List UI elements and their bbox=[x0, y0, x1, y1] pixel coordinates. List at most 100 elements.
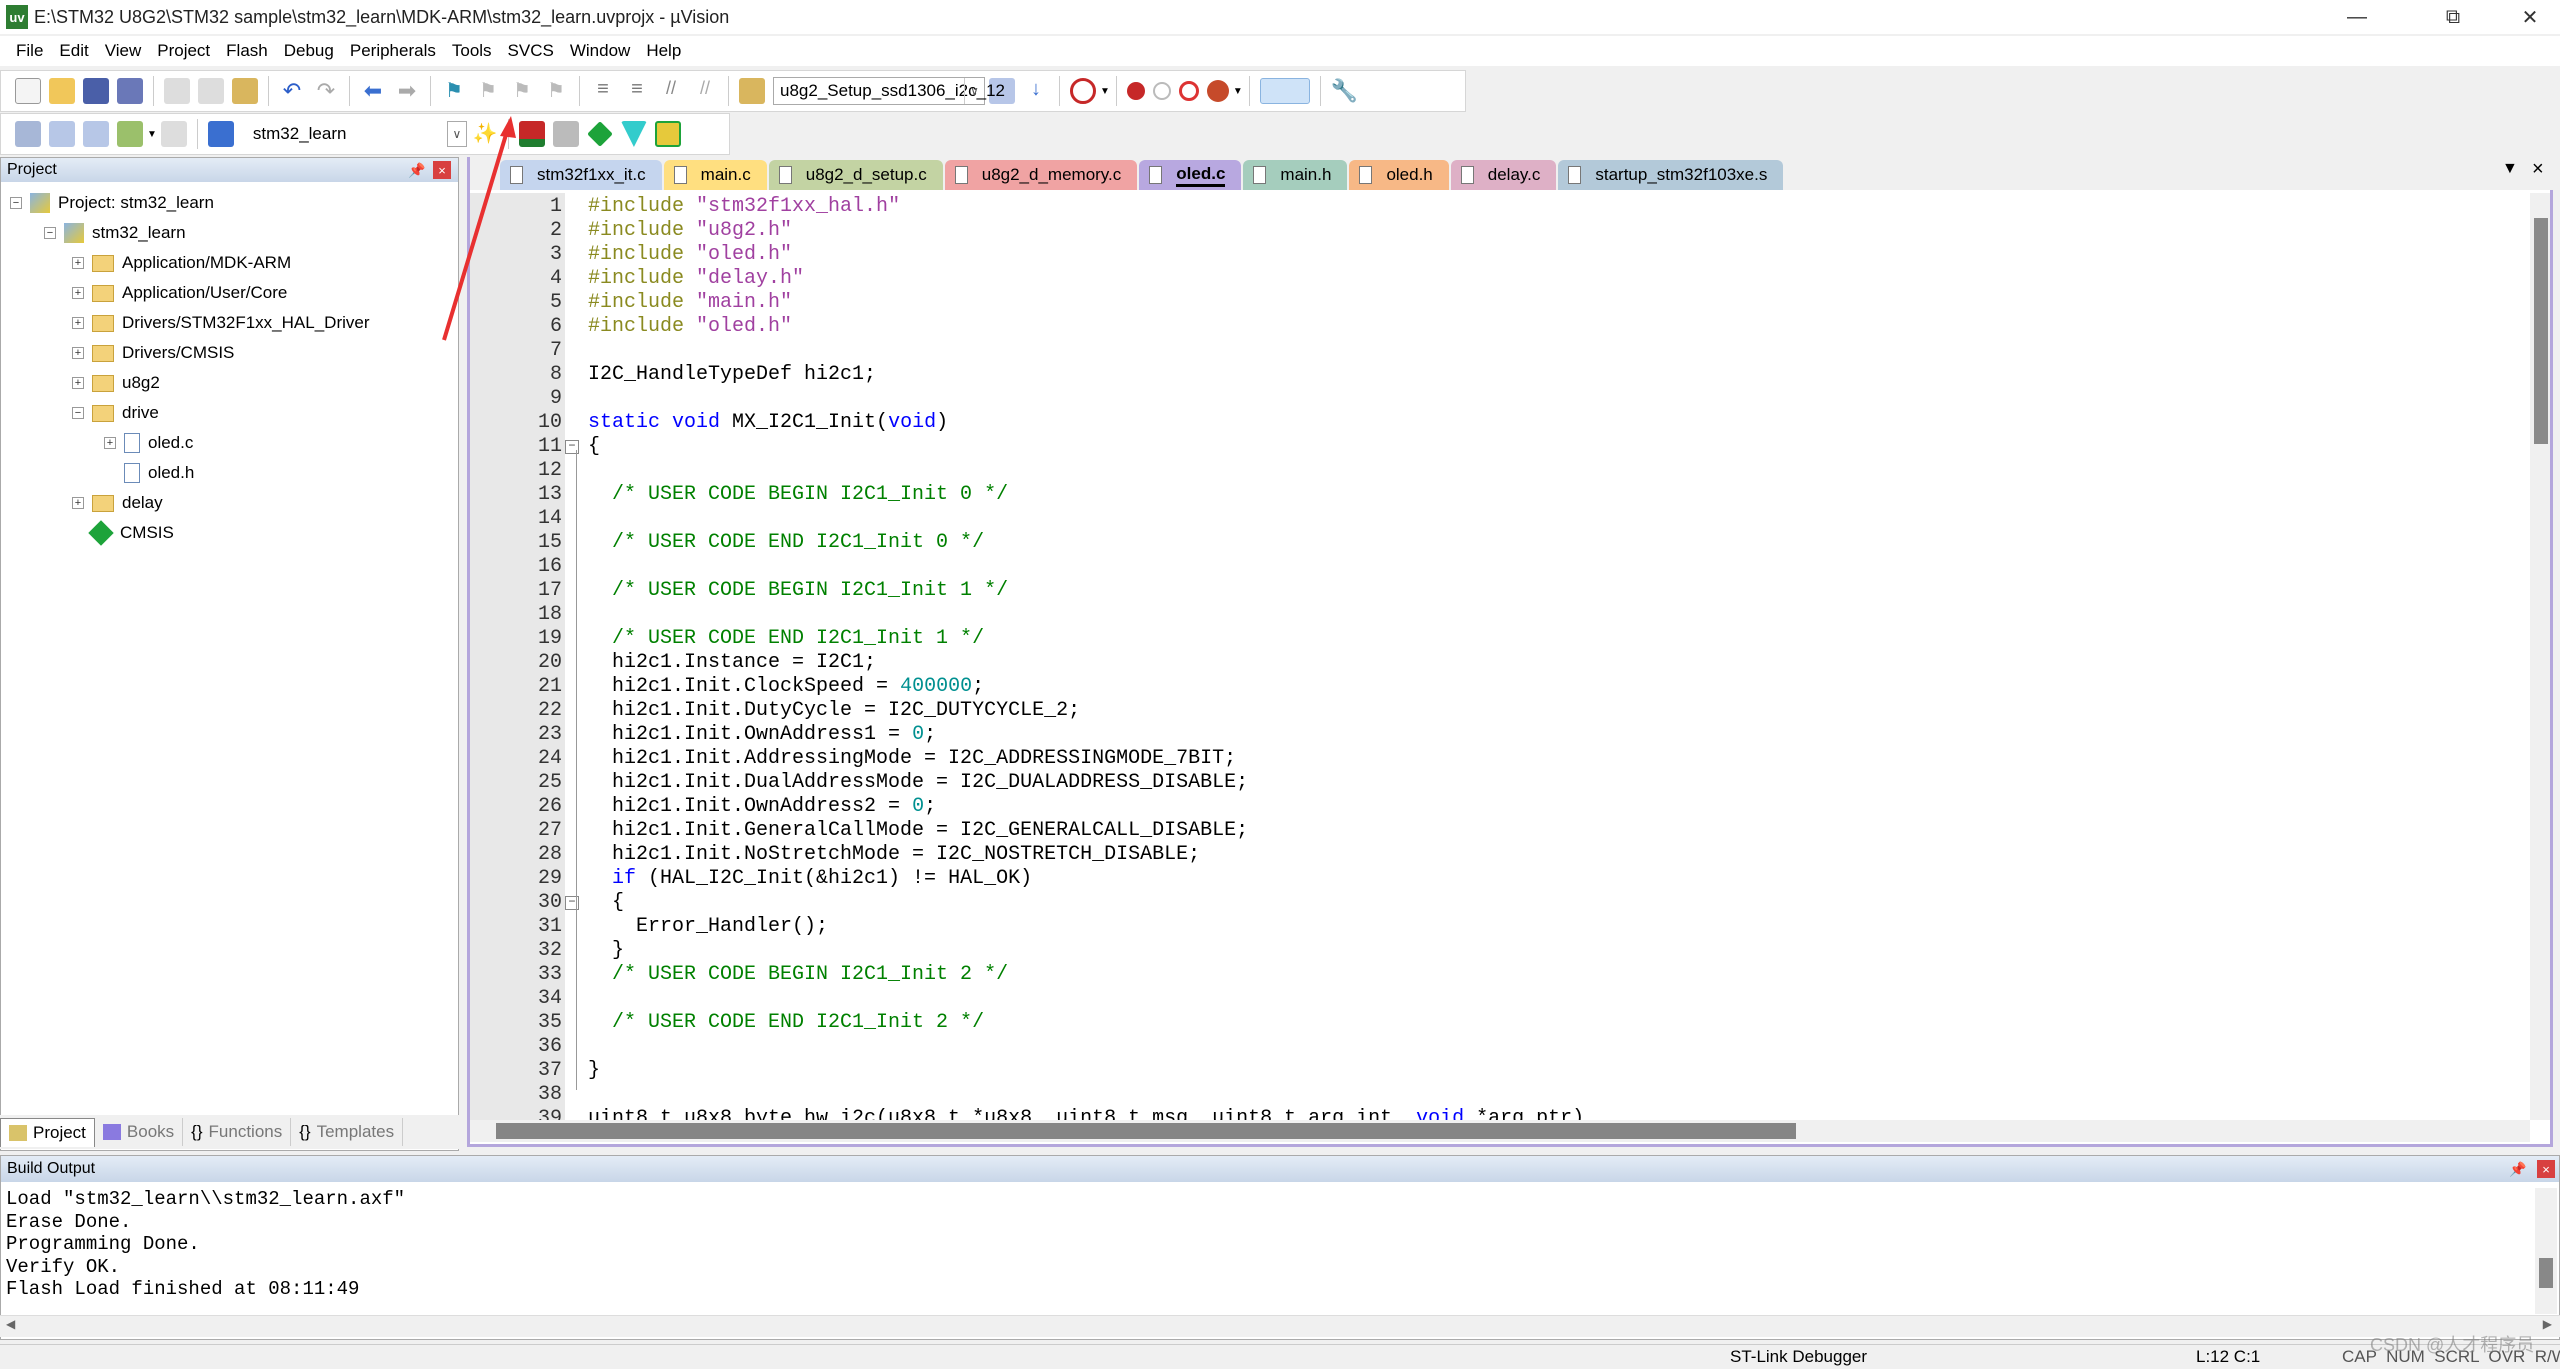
pin-icon[interactable]: 📌 bbox=[2509, 1161, 2526, 1178]
download-load-icon[interactable] bbox=[207, 121, 234, 147]
editor-tab-oled-c[interactable]: oled.c bbox=[1139, 160, 1242, 190]
dropdown-arrow-icon[interactable]: ▼ bbox=[1233, 86, 1243, 97]
dropdown-arrow-icon[interactable]: ▼ bbox=[147, 129, 157, 140]
tree-item-application-user-core[interactable]: + Application/User/Core bbox=[72, 279, 287, 307]
menu-tools[interactable]: Tools bbox=[452, 41, 492, 61]
find-combo[interactable]: u8g2_Setup_ssd1306_i2c_12 ∨ bbox=[773, 77, 1005, 105]
prev-bookmark-icon[interactable]: ⚑ bbox=[475, 78, 501, 104]
save-icon[interactable] bbox=[83, 78, 109, 104]
tree-item-stm32-learn[interactable]: − stm32_learn bbox=[44, 219, 186, 247]
clear-bookmarks-icon[interactable]: ⚑ bbox=[543, 78, 569, 104]
batch-build-icon[interactable] bbox=[117, 121, 143, 147]
tree-item-drivers-cmsis[interactable]: + Drivers/CMSIS bbox=[72, 339, 234, 367]
tree-item-oled-c[interactable]: + oled.c bbox=[104, 429, 193, 457]
expand-icon[interactable]: + bbox=[72, 347, 84, 359]
stop-build-icon[interactable] bbox=[160, 121, 187, 147]
panel-tab-project[interactable]: Project bbox=[0, 1117, 95, 1147]
close-tab-icon[interactable]: × bbox=[2532, 158, 2544, 181]
expand-icon[interactable]: + bbox=[72, 377, 84, 389]
translate-icon[interactable] bbox=[15, 121, 41, 147]
expand-icon[interactable]: + bbox=[72, 257, 84, 269]
open-file-icon[interactable] bbox=[49, 78, 75, 104]
dropdown-arrow-icon[interactable]: ▼ bbox=[1100, 86, 1110, 97]
chevron-down-icon[interactable]: ∨ bbox=[964, 78, 984, 104]
next-bookmark-icon[interactable]: ⚑ bbox=[509, 78, 535, 104]
project-items-icon[interactable] bbox=[654, 121, 681, 147]
save-all-icon[interactable] bbox=[117, 78, 143, 104]
editor-tab-main-c[interactable]: main.c bbox=[663, 160, 767, 190]
expand-icon[interactable]: + bbox=[72, 317, 84, 329]
close-panel-button[interactable]: × bbox=[2537, 1160, 2555, 1178]
options-for-target-icon[interactable]: ✨ bbox=[472, 121, 498, 147]
chevron-down-icon[interactable]: ∨ bbox=[446, 121, 467, 147]
close-panel-button[interactable]: × bbox=[433, 161, 451, 179]
panel-tab-functions[interactable]: {} Functions bbox=[183, 1118, 292, 1146]
pack-installer-icon[interactable] bbox=[620, 121, 647, 147]
breakpoint-icon[interactable] bbox=[1126, 82, 1145, 100]
editor-tab-u8g2-d-setup-c[interactable]: u8g2_d_setup.c bbox=[768, 160, 943, 190]
menu-window[interactable]: Window bbox=[570, 41, 630, 61]
tree-item-oled-h[interactable]: oled.h bbox=[104, 459, 194, 487]
vertical-scrollbar-thumb[interactable] bbox=[2534, 218, 2548, 444]
panel-tab-templates[interactable]: {} Templates bbox=[291, 1118, 404, 1146]
paste-icon[interactable] bbox=[232, 78, 258, 104]
menu-debug[interactable]: Debug bbox=[284, 41, 334, 61]
menu-flash[interactable]: Flash bbox=[226, 41, 268, 61]
incremental-find-icon[interactable]: ↓ bbox=[1023, 78, 1049, 104]
cut-icon[interactable] bbox=[164, 78, 190, 104]
debug-session-icon[interactable] bbox=[1070, 78, 1096, 104]
undo-icon[interactable]: ↶ bbox=[279, 78, 305, 104]
collapse-icon[interactable]: − bbox=[44, 227, 56, 239]
tab-list-dropdown-icon[interactable]: ▼ bbox=[2502, 160, 2518, 178]
tree-item-project-stm32-learn[interactable]: − Project: stm32_learn bbox=[10, 189, 214, 217]
copy-icon[interactable] bbox=[198, 78, 224, 104]
editor-tab-delay-c[interactable]: delay.c bbox=[1450, 160, 1557, 190]
build-output-scrollbar[interactable] bbox=[2535, 1188, 2557, 1314]
editor-tab-stm32f1xx-it-c[interactable]: stm32f1xx_it.c bbox=[500, 160, 662, 190]
kill-all-breakpoints-icon[interactable] bbox=[1206, 80, 1229, 102]
tree-item-application-mdk-arm[interactable]: + Application/MDK-ARM bbox=[72, 249, 291, 277]
select-packs-icon[interactable] bbox=[518, 121, 545, 147]
tree-item-drivers-stm32f1xx-hal-driver[interactable]: + Drivers/STM32F1xx_HAL_Driver bbox=[72, 309, 370, 337]
menu-project[interactable]: Project bbox=[157, 41, 210, 61]
collapse-icon[interactable]: − bbox=[10, 197, 22, 209]
menu-edit[interactable]: Edit bbox=[59, 41, 88, 61]
tree-item-u8g2[interactable]: + u8g2 bbox=[72, 369, 160, 397]
editor-tab-oled-h[interactable]: oled.h bbox=[1349, 160, 1449, 190]
collapse-icon[interactable]: − bbox=[72, 407, 84, 419]
window-layout-icon[interactable] bbox=[1259, 78, 1310, 104]
configure-icon[interactable]: 🔧 bbox=[1331, 78, 1358, 104]
manage-run-time-environment-icon[interactable] bbox=[587, 121, 613, 147]
restore-button[interactable]: ⧉ bbox=[2423, 0, 2483, 34]
close-button[interactable]: ✕ bbox=[2500, 0, 2560, 34]
unindent-icon[interactable]: ≡ bbox=[624, 78, 650, 104]
target-select[interactable]: stm32_learn ∨ bbox=[245, 120, 468, 148]
navigate-back-icon[interactable]: ⬅ bbox=[360, 78, 386, 104]
tree-item-delay[interactable]: + delay bbox=[72, 489, 163, 517]
expand-icon[interactable]: + bbox=[104, 437, 116, 449]
navigate-forward-icon[interactable]: ➡ bbox=[394, 78, 420, 104]
build-output-hscrollbar[interactable]: ◀ ▶ bbox=[0, 1315, 2560, 1337]
menu-peripherals[interactable]: Peripherals bbox=[350, 41, 436, 61]
pin-icon[interactable]: 📌 bbox=[408, 162, 425, 179]
tree-item-cmsis[interactable]: CMSIS bbox=[72, 519, 174, 547]
manage-components-icon[interactable] bbox=[552, 121, 579, 147]
editor-tab-main-h[interactable]: main.h bbox=[1243, 160, 1348, 190]
redo-icon[interactable]: ↷ bbox=[313, 78, 339, 104]
build-output-text[interactable]: Load "stm32_learn\\stm32_learn.axf" Erase… bbox=[6, 1188, 405, 1301]
panel-tab-books[interactable]: Books bbox=[95, 1118, 184, 1146]
find-in-files-icon[interactable] bbox=[739, 78, 765, 104]
editor-tab-startup-stm32f103xe-s[interactable]: startup_stm32f103xe.s bbox=[1558, 160, 1784, 190]
minimize-button[interactable]: — bbox=[2327, 0, 2387, 34]
editor-tab-u8g2-d-memory-c[interactable]: u8g2_d_memory.c bbox=[944, 160, 1138, 190]
horizontal-scrollbar-thumb[interactable] bbox=[496, 1123, 1796, 1139]
code-editor[interactable]: 1 #include "stm32f1xx_hal.h" 2 #include "u8… bbox=[470, 193, 2530, 1120]
build-icon[interactable] bbox=[49, 121, 75, 147]
tree-item-drive[interactable]: − drive bbox=[72, 399, 159, 427]
disable-breakpoint-icon[interactable] bbox=[1152, 82, 1171, 100]
uncomment-icon[interactable]: // bbox=[692, 78, 718, 104]
menu-file[interactable]: File bbox=[16, 41, 43, 61]
expand-icon[interactable]: + bbox=[72, 497, 84, 509]
new-file-icon[interactable] bbox=[15, 78, 41, 104]
menu-help[interactable]: Help bbox=[646, 41, 681, 61]
